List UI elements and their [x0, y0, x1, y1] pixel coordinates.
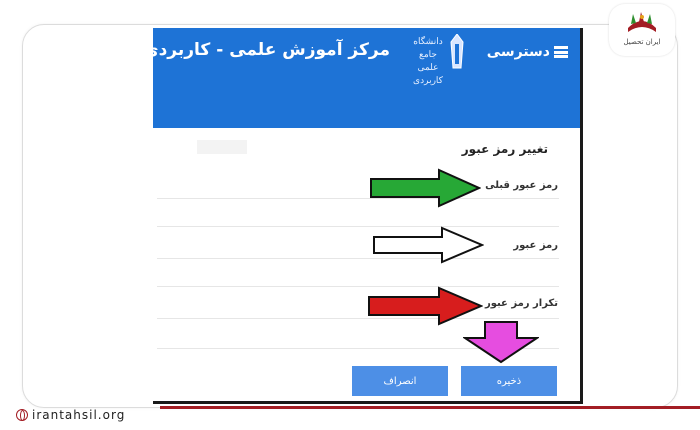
logo-text: دانشگاه جامع علمی کاربردی	[407, 36, 449, 88]
brand-badge: ایران تحصیل	[609, 4, 675, 56]
brand-logo-icon	[628, 12, 656, 32]
form-title: تغییر رمز عبور	[461, 142, 548, 156]
site-url[interactable]: irantahsil.org	[16, 408, 125, 422]
university-logo: دانشگاه جامع علمی کاربردی	[407, 34, 469, 86]
old-password-input[interactable]	[157, 196, 559, 226]
save-button[interactable]: ذخیره	[461, 366, 557, 396]
menu-button[interactable]: دسترسی	[487, 44, 568, 60]
globe-icon	[16, 409, 28, 421]
white-arrow-icon	[373, 226, 484, 264]
green-arrow-icon	[370, 168, 481, 208]
university-emblem-icon	[450, 34, 464, 69]
field-divider	[157, 258, 559, 259]
cancel-button[interactable]: انصراف	[352, 366, 448, 396]
field-label-confirm-password: تکرار رمز عبور	[484, 298, 558, 309]
site-url-text: irantahsil.org	[32, 408, 126, 422]
hamburger-icon	[554, 46, 568, 58]
magenta-down-arrow-icon	[463, 321, 539, 364]
field-divider	[157, 286, 559, 287]
field-divider	[157, 318, 559, 319]
phone-screenshot: دسترسی دانشگاه جامع علمی کاربردی مرکز آم…	[153, 28, 583, 404]
field-divider	[157, 198, 559, 199]
field-label-new-password: رمز عبور	[513, 240, 558, 251]
frame-accent-line	[160, 406, 700, 409]
logo-text-line-2: علمی کاربردی	[413, 63, 443, 86]
menu-label: دسترسی	[486, 44, 550, 60]
logo-text-line-1: دانشگاه جامع	[413, 37, 443, 60]
app-bar: دسترسی دانشگاه جامع علمی کاربردی مرکز آم…	[153, 28, 580, 128]
app-title: مرکز آموزش علمی - کاربردی	[153, 40, 390, 60]
new-password-input[interactable]	[157, 256, 559, 286]
brand-badge-text: ایران تحصیل	[623, 38, 661, 46]
field-divider	[157, 226, 559, 227]
field-label-old-password: رمز عبور قبلی	[485, 180, 558, 191]
faint-mark	[197, 140, 247, 154]
